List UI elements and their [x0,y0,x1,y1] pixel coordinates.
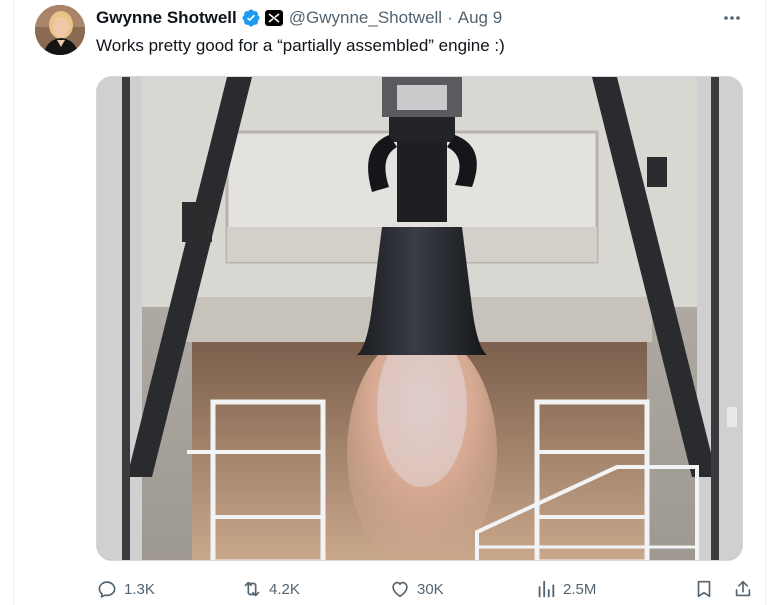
more-icon[interactable] [719,7,745,29]
like-count: 30K [417,580,444,598]
share-icon [735,580,751,597]
reply-icon [98,581,116,598]
repost-count: 4.2K [269,580,300,598]
tweet-text: Works pretty good for a “partially assem… [96,36,505,55]
timeline-border-right [765,0,766,605]
tweet-media-photo[interactable] [96,76,743,561]
tweet-actions: 1.3K 4.2K 30K 2.5M [96,574,756,604]
author-display-name[interactable]: Gwynne Shotwell [96,8,237,28]
tweet[interactable]: Gwynne Shotwell @Gwynne_Shotwell · Aug 9… [14,0,765,605]
author-handle[interactable]: @Gwynne_Shotwell [289,8,442,28]
like-icon [392,581,408,598]
verified-badge-icon[interactable] [241,8,261,28]
tweet-header: Gwynne Shotwell @Gwynne_Shotwell · Aug 9 [96,7,745,29]
avatar[interactable] [35,5,85,55]
reply-count: 1.3K [124,580,155,598]
reply-button[interactable]: 1.3K [96,574,155,604]
share-button[interactable] [732,574,754,604]
tweet-date[interactable]: Aug 9 [458,8,502,28]
views-icon [538,580,555,598]
bookmark-button[interactable] [693,574,715,604]
bookmark-icon [697,580,711,598]
views-count: 2.5M [563,580,597,598]
views-button[interactable]: 2.5M [535,574,596,604]
affiliation-badge-icon[interactable] [264,10,283,26]
like-button[interactable]: 30K [389,574,444,604]
separator-dot: · [447,8,453,27]
repost-icon [244,581,260,597]
repost-button[interactable]: 4.2K [241,574,300,604]
